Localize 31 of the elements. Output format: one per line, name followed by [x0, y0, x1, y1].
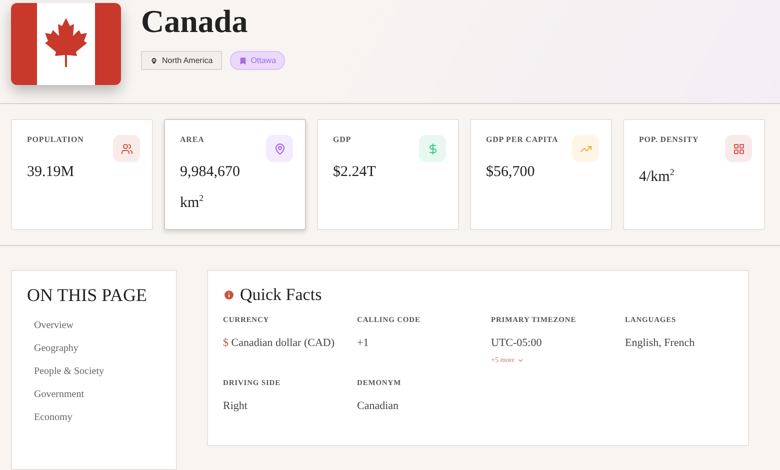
toc-link[interactable]: Overview	[27, 314, 161, 337]
flag-icon	[11, 3, 121, 85]
toc-title: ON THIS PAGE	[27, 285, 148, 306]
stat-label: POPULATION	[27, 135, 84, 144]
toc-link[interactable]: Economy	[27, 406, 161, 429]
toc-link[interactable]: Geography	[27, 337, 161, 360]
fact-value: Canadian	[357, 400, 400, 412]
capital-tag: Ottawa	[230, 51, 286, 70]
fact-value: UTC-05:00	[491, 337, 543, 349]
country-title: Canada	[141, 3, 249, 39]
stat-label: GDP PER CAPITA	[486, 135, 558, 144]
chevron-down-icon	[516, 356, 524, 364]
stat-label: GDP	[333, 135, 352, 144]
fact-value: $ Canadian dollar (CAD)	[223, 337, 336, 349]
fact-value: Right	[223, 400, 248, 412]
info-icon	[223, 289, 235, 301]
stat-value: 39.19M	[27, 163, 76, 182]
stat-label: POP. DENSITY	[639, 135, 699, 144]
stat-label: AREA	[180, 135, 206, 144]
stat-value: 4/km$^{2}$	[639, 166, 676, 187]
stat-value: $56,700	[486, 163, 536, 182]
section-title: Quick Facts	[240, 285, 322, 305]
fact-value: +1	[357, 337, 370, 349]
toc-link[interactable]: Government	[27, 383, 161, 406]
stat-value: $2.24T	[333, 163, 376, 182]
stat-value: 9,984,670 km$^{2}$	[180, 163, 241, 213]
pin-icon	[150, 56, 158, 64]
toc-link[interactable]: People & Society	[27, 360, 161, 383]
fact-value: English, French	[625, 337, 696, 349]
region-tag: North America	[141, 51, 222, 70]
bookmark-icon	[238, 56, 247, 64]
